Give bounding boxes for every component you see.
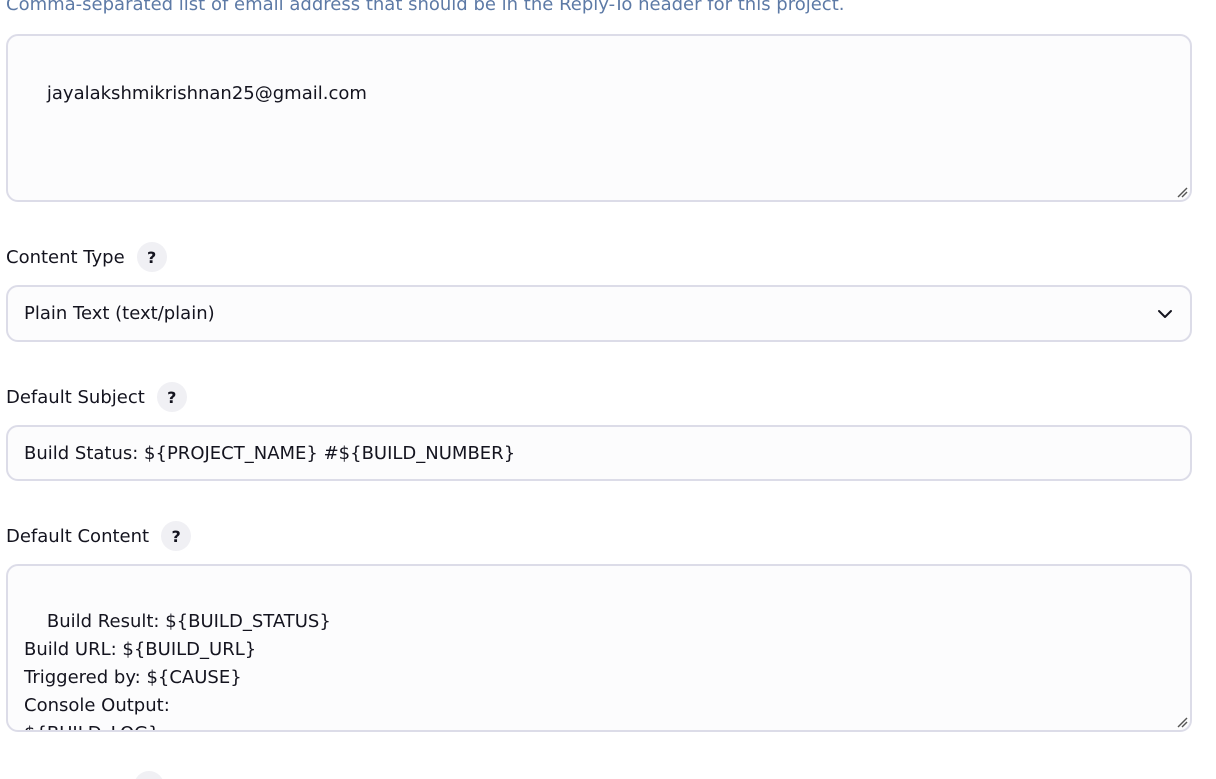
next-field-help-button[interactable] bbox=[134, 771, 164, 779]
default-content-label: Default Content bbox=[6, 525, 150, 547]
reply-to-textarea[interactable]: jayalakshmikrishnan25@gmail.com bbox=[6, 34, 1192, 202]
default-subject-help-button[interactable]: ? bbox=[156, 382, 187, 412]
email-notification-settings: Comma-separated list of email address th… bbox=[0, 0, 1216, 779]
default-subject-label: Default Subject bbox=[6, 386, 145, 408]
default-subject-value: Build Status: ${PROJECT_NAME} #${BUILD_N… bbox=[24, 442, 516, 464]
resize-handle-icon[interactable] bbox=[1176, 716, 1188, 728]
content-type-help-button[interactable]: ? bbox=[136, 242, 167, 272]
content-type-selected-value: Plain Text (text/plain) bbox=[24, 303, 215, 324]
content-type-label: Content Type bbox=[6, 246, 125, 268]
chevron-down-icon bbox=[1158, 309, 1172, 318]
content-type-select[interactable]: Plain Text (text/plain) bbox=[6, 285, 1192, 342]
default-content-help-button[interactable]: ? bbox=[161, 521, 192, 551]
reply-to-hint: Comma-separated list of email address th… bbox=[6, 0, 845, 15]
default-subject-label-row: Default Subject ? bbox=[6, 382, 187, 412]
content-type-label-row: Content Type ? bbox=[6, 242, 167, 272]
default-content-label-row: Default Content ? bbox=[6, 521, 192, 551]
default-content-textarea[interactable]: Build Result: ${BUILD_STATUS} Build URL:… bbox=[6, 564, 1192, 732]
default-content-value: Build Result: ${BUILD_STATUS} Build URL:… bbox=[24, 611, 331, 730]
resize-handle-icon[interactable] bbox=[1176, 186, 1188, 198]
reply-to-value: jayalakshmikrishnan25@gmail.com bbox=[46, 83, 367, 104]
default-subject-input[interactable]: Build Status: ${PROJECT_NAME} #${BUILD_N… bbox=[6, 425, 1192, 481]
